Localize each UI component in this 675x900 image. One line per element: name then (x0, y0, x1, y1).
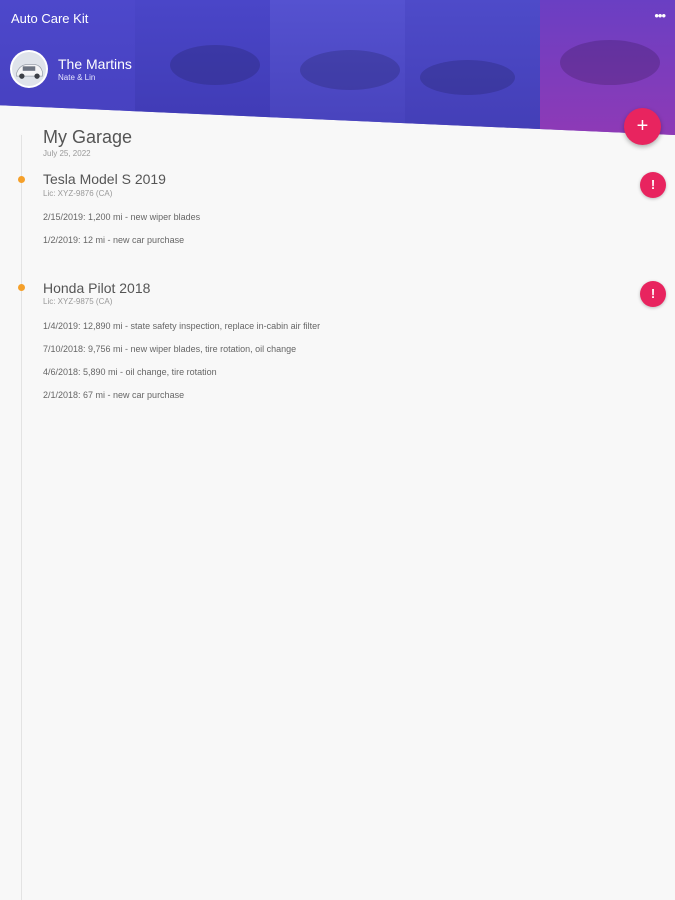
timeline-line (21, 135, 22, 900)
car-license: Lic: XYZ-9876 (CA) (43, 189, 113, 198)
car-headlight-shape (560, 40, 660, 85)
car-headlight-shape (170, 45, 260, 85)
service-entry: 2/1/2018: 67 mi - new car purchase (43, 390, 185, 400)
page-title: My Garage (43, 127, 133, 147)
page-date: July 25, 2022 (43, 149, 91, 158)
profile-subtitle: Nate & Lin (58, 73, 96, 82)
timeline-dot (18, 284, 25, 291)
car-alert-button[interactable]: ! (640, 172, 666, 198)
service-entry: 4/6/2018: 5,890 mi - oil change, tire ro… (43, 367, 217, 377)
car-headlight-shape (300, 50, 400, 90)
timeline-dot (18, 176, 25, 183)
car-alert-button[interactable]: ! (640, 281, 666, 307)
car-title[interactable]: Honda Pilot 2018 (43, 280, 150, 296)
service-entry: 1/2/2019: 12 mi - new car purchase (43, 235, 185, 245)
service-entry: 7/10/2018: 9,756 mi - new wiper blades, … (43, 344, 297, 354)
more-horizontal-icon[interactable]: ••• (654, 9, 666, 22)
car-license: Lic: XYZ-9875 (CA) (43, 297, 113, 306)
service-entry: 1/4/2019: 12,890 mi - state safety inspe… (43, 321, 321, 331)
car-headlight-shape (420, 60, 515, 95)
app-title: Auto Care Kit (11, 11, 89, 26)
avatar[interactable] (10, 50, 48, 88)
profile-name: The Martins (58, 56, 132, 72)
car-avatar-icon (12, 52, 46, 86)
service-entry: 2/15/2019: 1,200 mi - new wiper blades (43, 212, 201, 222)
add-vehicle-button[interactable]: + (624, 108, 661, 145)
car-title[interactable]: Tesla Model S 2019 (43, 171, 166, 187)
